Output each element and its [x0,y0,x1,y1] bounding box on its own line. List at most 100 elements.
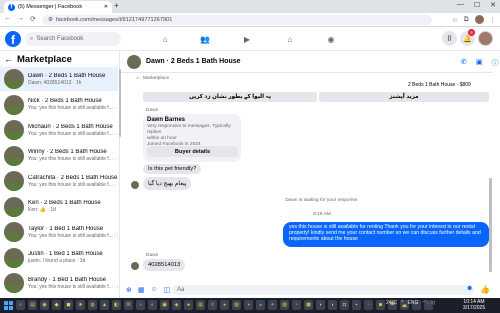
conversation-snippet: Ken: 👍 · 1d [28,207,56,213]
conversation-item[interactable]: Ken · 2 Beds 1 Bath House Ken: 👍 · 1d [0,195,118,219]
back-arrow-icon[interactable]: ← [4,54,13,64]
taskbar-app-icon[interactable]: ◘ [340,300,349,310]
taskbar-app-icon[interactable]: ◙ [376,300,385,310]
volume-icon[interactable]: ◁ [431,300,435,306]
phone-icon[interactable]: ✆ [461,58,467,68]
more-options-button[interactable]: مزید آپشنز [319,92,489,102]
forward-button[interactable]: → [17,15,24,23]
taskbar-app-icon[interactable]: ◉ [40,300,49,310]
tab-close-icon[interactable]: ✕ [104,4,108,10]
like-icon[interactable]: 👍 [480,285,490,294]
bookmark-star-icon[interactable]: ☆ [452,16,458,24]
emoji-icon[interactable]: ☻ [466,285,473,292]
taskbar-app-icon[interactable]: ▧ [232,300,241,310]
taskbar-app-icon[interactable]: ◖ [316,300,325,310]
friends-icon[interactable]: 👥 [198,33,212,45]
home-icon[interactable]: ⌂ [158,33,172,45]
extensions-icon[interactable]: ⧉ [464,16,469,24]
groups-icon[interactable]: ◉ [324,33,338,45]
taskbar-app-icon[interactable]: ⌕ [16,300,25,310]
taskbar-app-icon[interactable]: ▪ [352,300,361,310]
back-button[interactable]: ← [4,15,11,23]
taskbar-app-icon[interactable]: ◆ [52,300,61,310]
taskbar-app-icon[interactable]: ◕ [220,300,229,310]
taskbar-app-icon[interactable]: ◗ [328,300,337,310]
taskbar-app-icon[interactable]: ▫ [364,300,373,310]
menu-icon[interactable]: ⠿ [442,31,457,46]
conversation-item[interactable]: Catrachita · 2 Beds 1 Bath House... You: … [0,169,118,193]
message-input[interactable]: Aa [172,285,474,295]
conversation-title: Michaun · 2 Beds 1 Bath House [28,123,113,130]
facebook-search[interactable]: ⌕ Search Facebook [25,32,121,46]
wifi-icon[interactable]: ◠ [422,300,426,306]
browser-profile-avatar[interactable] [474,15,484,24]
browser-menu-icon[interactable]: ⋮ [490,16,497,24]
taskbar-app-icon[interactable]: ▤ [28,300,37,310]
conversation-snippet: You: yes this house is still available f… [28,130,118,137]
account-avatar[interactable] [478,31,493,46]
taskbar-app-icon[interactable]: ● [184,300,193,310]
close-window-button[interactable]: ✕ [490,1,496,9]
taskbar-app-icon[interactable]: ◧ [112,300,121,310]
taskbar-app-icon[interactable]: ◑ [244,300,253,310]
chat-avatar[interactable] [127,55,141,69]
conversation-text: Catrachita · 2 Beds 1 Bath House... You: … [28,175,118,188]
language-indicator[interactable]: ENG [408,300,419,306]
listing-thumbnail [4,273,24,293]
taskbar-clock[interactable]: 10:14 AM 3/17/2025 [459,299,489,311]
tray-chevron-icon[interactable]: ^ [401,300,403,306]
site-info-icon[interactable]: ⚙ [48,17,53,23]
conversation-text: Winny · 2 Beds 1 Bath House You: yes this… [28,149,118,162]
taskbar-app-icon[interactable]: ★ [76,300,85,310]
image-icon[interactable]: ▦ [138,286,145,294]
url-field[interactable]: ⚙ facebook.com/messages/t/91217497712679… [42,15,432,25]
taskbar-app-icon[interactable]: ◐ [148,300,157,310]
add-icon[interactable]: ⊕ [126,286,132,294]
sticker-icon[interactable]: ☺ [151,286,158,294]
watch-icon[interactable]: ▶ [240,33,254,45]
taskbar-app-icon[interactable]: ◔ [292,300,301,310]
chat-name[interactable]: Dawn · 2 Beds 1 Bath House [146,58,241,65]
listing-thumbnail [4,120,24,140]
taskbar-app-icon[interactable]: ▨ [280,300,289,310]
listing-title[interactable]: 2 Beds 1 Bath House · $809 [408,82,471,88]
facebook-logo[interactable]: f [5,31,21,47]
conversation-item[interactable]: Winny · 2 Beds 1 Bath House You: yes this… [0,144,118,168]
taskbar-app-icon[interactable]: ◍ [88,300,97,310]
taskbar-app-icon[interactable]: ◒ [256,300,265,310]
maximize-button[interactable]: ☐ [474,1,480,9]
gif-icon[interactable]: ◫ [164,286,171,294]
window-controls: — ☐ ✕ [457,1,496,9]
reload-button[interactable]: ⟳ [30,15,36,23]
minimize-button[interactable]: — [457,1,464,9]
taskbar-app-icon[interactable]: ▲ [100,300,109,310]
taskbar-app-icon[interactable]: ✉ [124,300,133,310]
weather-text[interactable]: 24°C [386,300,397,306]
conversation-item[interactable]: Dawn · 2 Beds 1 Bath House Dawn: 40285140… [0,67,118,91]
conversation-item[interactable]: Justin · 1 Bed 1 Bath House justin: I fou… [0,246,118,270]
marketplace-icon[interactable]: ⌂ [283,33,297,45]
info-icon[interactable]: ⓘ [492,58,499,68]
conversation-item[interactable]: Brandy · 1 Bed 1 Bath House You: yes this… [0,271,118,295]
listing-thumbnail [4,145,24,166]
taskbar-app-icon[interactable]: ▩ [304,300,313,310]
new-tab-button[interactable]: + [114,1,119,10]
taskbar-app-icon[interactable]: ◊ [208,300,217,310]
conversation-item[interactable]: Nick · 2 Beds 1 Bath House You: yes this … [0,93,118,117]
mark-as-pending-button[interactable]: پہ البوا کے بطور نشان زد کریں [143,92,317,102]
conversation-item[interactable]: Taylor · 1 Bed 1 Bath House You: yes this… [0,220,118,244]
taskbar-app-icon[interactable]: ◓ [268,300,277,310]
taskbar-app-icon[interactable]: ▣ [160,300,169,310]
taskbar-app-icon[interactable]: ▥ [196,300,205,310]
chat-header-actions: ✆ ▣ ⓘ [461,58,499,68]
buyer-details-button[interactable]: Buyer details [147,146,238,157]
video-icon[interactable]: ▣ [476,58,483,68]
taskbar-app-icon[interactable]: ◼ [64,300,73,310]
facebook-favicon-icon: f [8,3,15,11]
chat-scrollbar[interactable] [489,178,492,272]
browser-tab[interactable]: f (5) Messenger | Facebook ✕ [4,1,112,13]
conversation-item[interactable]: Michaun · 2 Beds 1 Bath House You: yes th… [0,118,118,142]
taskbar-app-icon[interactable]: ◈ [172,300,181,310]
taskbar-app-icon[interactable]: ♪ [136,300,145,310]
windows-start-icon[interactable] [4,301,13,310]
